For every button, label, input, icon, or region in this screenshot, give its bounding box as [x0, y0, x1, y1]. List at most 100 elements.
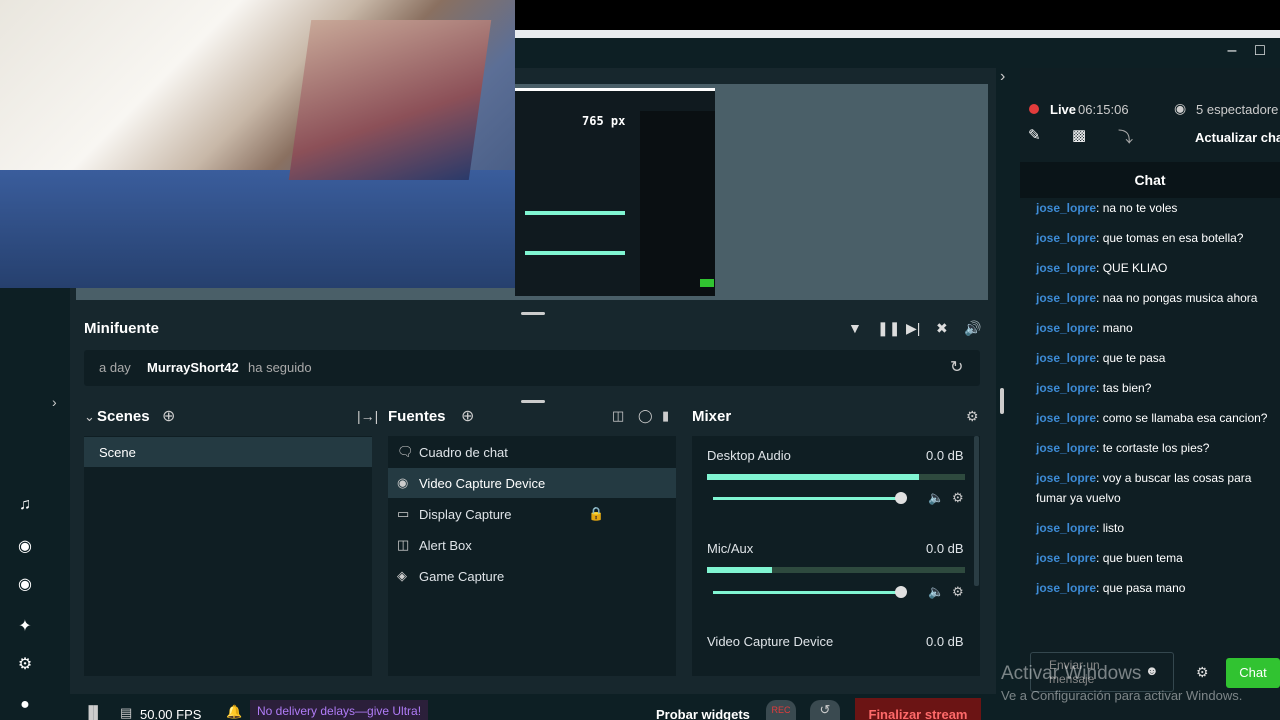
chat-source-icon: 🗨: [397, 444, 414, 459]
live-indicator-icon: [1029, 104, 1039, 114]
source-label: Alert Box: [419, 538, 472, 553]
live-label: Live: [1050, 102, 1077, 117]
source-label: Game Capture: [419, 569, 505, 584]
chat-message: jose_lopre: voy a buscar las cosas para …: [1036, 471, 1252, 505]
mute-alerts-icon[interactable]: ✖: [936, 320, 948, 337]
stats-icon[interactable]: ▐▌: [84, 705, 102, 720]
filter-icon[interactable]: ▼: [848, 320, 862, 336]
audio-meter-level: [707, 474, 919, 480]
source-item[interactable]: ▭ Display Capture 🔒: [388, 499, 676, 529]
windows-watermark-title: Activar Windows: [1001, 663, 1142, 684]
chat-settings-icon[interactable]: ⚙: [1196, 664, 1209, 681]
collapse-right-icon[interactable]: ›: [1000, 68, 1005, 86]
source-group-icon[interactable]: ◯: [638, 408, 653, 424]
eye-icon: ◉: [1174, 100, 1187, 116]
chat-message: jose_lopre: listo: [1036, 521, 1125, 535]
volume-slider-knob[interactable]: [895, 586, 907, 598]
folder-icon[interactable]: ▮: [662, 408, 669, 424]
source-item[interactable]: ◫ Alert Box: [388, 530, 676, 560]
px-readout: 765 px: [582, 114, 626, 128]
test-widgets-button[interactable]: Probar widgets: [656, 707, 750, 720]
add-source-icon[interactable]: ⊕: [461, 406, 474, 426]
volume-icon[interactable]: 🔊: [964, 320, 981, 337]
mixer-channel-db: 0.0 dB: [926, 541, 964, 556]
channel-gear-icon[interactable]: ⚙: [952, 584, 964, 600]
source-label: Display Capture: [419, 507, 512, 522]
scene-item[interactable]: Scene: [84, 437, 372, 467]
chat-message: jose_lopre: que pasa mano: [1036, 581, 1186, 595]
channel-gear-icon[interactable]: ⚙: [952, 490, 964, 506]
skip-icon[interactable]: ▶|: [906, 320, 920, 337]
event-action: ha seguido: [248, 360, 312, 375]
source-item[interactable]: 🗨 Cuadro de chat: [388, 437, 676, 467]
lock-icon[interactable]: 🔒: [588, 506, 604, 522]
add-scene-icon[interactable]: ⊕: [162, 406, 175, 426]
emoji-icon[interactable]: ☻: [1145, 663, 1159, 678]
event-time: a day: [99, 360, 131, 375]
chat-message: jose_lopre: na no te voles: [1036, 201, 1178, 215]
chat-message: jose_lopre: QUE KLIAO: [1036, 261, 1168, 275]
mixer-channel-name: Video Capture Device: [707, 634, 834, 649]
tiktok-icon[interactable]: ♫: [14, 496, 36, 518]
rec-button[interactable]: REC: [766, 700, 796, 720]
replay-buffer-icon[interactable]: ↺: [810, 700, 840, 720]
monitor-icon: ▭: [397, 506, 410, 521]
chat-message: jose_lopre: naa no pongas musica ahora: [1036, 291, 1258, 305]
source-item[interactable]: ◈ Game Capture: [388, 561, 676, 591]
audio-meter-level: [707, 567, 772, 573]
minimize-icon[interactable]: –: [1222, 42, 1242, 62]
scene-transition-icon[interactable]: |→|: [357, 408, 378, 424]
live-time: 06:15:06: [1078, 102, 1129, 117]
chat-messages: jose_lopre: na no te voles jose_lopre: q…: [1036, 198, 1276, 608]
promo-banner[interactable]: No delivery delays—give Ultra!: [250, 700, 429, 720]
resize-handle-2[interactable]: [521, 400, 545, 403]
gear-icon[interactable]: ⚙: [14, 654, 36, 676]
chat-message: jose_lopre: tas bien?: [1036, 381, 1152, 395]
event-row: a day MurrayShort42 ha seguido ↻: [84, 350, 980, 386]
scene-item-label: Scene: [99, 445, 136, 460]
repeat-icon[interactable]: ↻: [950, 357, 963, 377]
source-label: Cuadro de chat: [419, 445, 508, 460]
volume-slider[interactable]: [713, 591, 901, 594]
chat-message: jose_lopre: que buen tema: [1036, 551, 1183, 565]
edit-icon[interactable]: ✎: [1028, 126, 1041, 144]
volume-slider[interactable]: [713, 497, 901, 500]
themes-icon[interactable]: ◉: [14, 574, 36, 596]
user-icon[interactable]: ●: [14, 696, 36, 718]
source-tools-icon[interactable]: ◫: [612, 408, 624, 424]
sparkle-icon[interactable]: ✦: [14, 616, 36, 638]
mixer-channel-db: 0.0 dB: [926, 634, 964, 649]
app-store-icon[interactable]: ◉: [14, 536, 36, 558]
fps-icon: ▤: [120, 705, 133, 720]
webcam-feed: [0, 0, 515, 288]
audio-meter: [707, 567, 965, 573]
clip-icon[interactable]: ▩: [1072, 126, 1086, 144]
gamepad-icon: ◈: [397, 568, 407, 583]
bell-icon[interactable]: 🔔: [226, 704, 242, 720]
mixer-settings-icon[interactable]: ⚙: [966, 408, 979, 425]
chat-message: jose_lopre: que te pasa: [1036, 351, 1166, 365]
source-label: Video Capture Device: [419, 476, 546, 491]
chat-message: jose_lopre: te cortaste los pies?: [1036, 441, 1210, 455]
chat-send-button[interactable]: Chat: [1226, 658, 1280, 688]
pause-icon[interactable]: ❚❚: [877, 320, 900, 337]
collapse-chevron-icon[interactable]: ⌄: [84, 409, 95, 425]
audio-meter: [707, 474, 965, 480]
source-item[interactable]: ◉ Video Capture Device: [388, 468, 676, 498]
expand-left-icon[interactable]: ›: [52, 394, 57, 410]
event-user: MurrayShort42: [147, 360, 239, 375]
scenes-title: Scenes: [97, 408, 150, 425]
share-icon[interactable]: ⤵: [1118, 126, 1133, 147]
update-chat-button[interactable]: Actualizar cha: [1195, 130, 1280, 145]
volume-slider-knob[interactable]: [895, 492, 907, 504]
mixer-channel-db: 0.0 dB: [926, 448, 964, 463]
chat-message: jose_lopre: como se llamaba esa cancion?: [1036, 411, 1268, 425]
panel-resize-handle[interactable]: [1000, 388, 1004, 414]
minifuente-title: Minifuente: [84, 320, 159, 337]
speaker-icon[interactable]: 🔈: [928, 584, 944, 600]
speaker-icon[interactable]: 🔈: [928, 490, 944, 506]
maximize-icon[interactable]: □: [1250, 42, 1270, 62]
resize-handle[interactable]: [521, 312, 545, 315]
end-stream-button[interactable]: Finalizar stream: [855, 698, 981, 720]
mixer-scrollbar[interactable]: [974, 436, 979, 586]
